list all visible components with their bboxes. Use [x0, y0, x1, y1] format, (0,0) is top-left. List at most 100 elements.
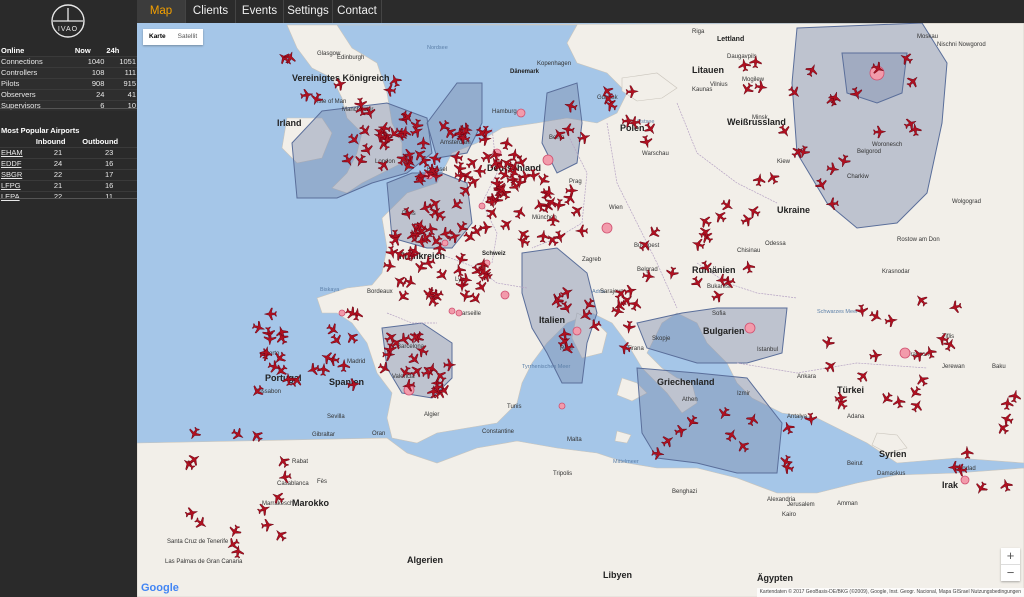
nav-events[interactable]: Events [236, 0, 284, 23]
city-label: Wolgograd [952, 199, 981, 205]
airport-marker [455, 309, 463, 317]
city-label: Gibraltar [312, 432, 335, 438]
sidebar-divider [0, 198, 137, 199]
sea-label: Schwarzes Meer [817, 309, 858, 315]
stats-label: Observers [1, 90, 36, 99]
airport-row: EDDF 24 16 [0, 158, 137, 170]
stats-now: 908 [91, 79, 105, 88]
sea-label: Biskaya [320, 287, 340, 293]
map-type-control: Karte Satellit [143, 29, 204, 45]
popular-airports-table: Inbound Outbound EHAM 21 23 EDDF 24 16 S… [0, 137, 137, 202]
logo-text: IVAO [58, 26, 78, 33]
country-label: Türkei [837, 385, 864, 395]
stats-header-now: Now [74, 46, 91, 55]
nav-contact[interactable]: Contact [333, 0, 382, 23]
country-label: Griechenland [657, 377, 715, 387]
city-label: Woronesch [872, 142, 902, 148]
airport-row: SBGR 22 17 [0, 169, 137, 181]
city-label: Tripolis [553, 471, 572, 477]
city-label: Baku [992, 364, 1006, 370]
airport-outbound: 16 [104, 181, 114, 190]
city-label: Malta [567, 437, 582, 443]
nav-map[interactable]: Map [137, 0, 186, 23]
stats-now: 108 [91, 68, 105, 77]
city-label: Istanbul [757, 347, 778, 353]
city-label: Tunis [507, 404, 521, 410]
city-label: Kopenhagen [537, 61, 571, 67]
city-label: Krasnodar [882, 269, 910, 275]
country-label: Libyen [603, 570, 632, 580]
stats-24h: 915 [123, 79, 136, 88]
airport-inbound: 22 [53, 170, 63, 179]
city-label: Wien [609, 205, 623, 211]
airport-inbound: 22 [53, 192, 63, 201]
airport-marker [448, 307, 456, 315]
country-label: Marokko [292, 498, 330, 508]
map-type-satellite[interactable]: Satellit [172, 29, 204, 45]
country-label: Lettland [717, 36, 744, 43]
city-label: Vilnius [710, 82, 728, 88]
nav-settings[interactable]: Settings [284, 0, 333, 23]
zoom-out-button[interactable]: − [1001, 564, 1020, 581]
city-label: Sofia [712, 311, 726, 317]
popular-airports-title: Most Popular Airports [1, 126, 80, 135]
city-label: Constantine [482, 429, 515, 435]
airport-marker [572, 326, 582, 336]
stats-header-online: Online [1, 46, 25, 55]
stats-24h: 1051 [119, 57, 136, 66]
stats-24h: 41 [127, 90, 136, 99]
ivao-logo[interactable]: IVAO [51, 4, 85, 38]
airport-marker [601, 222, 613, 234]
airports-header-code [0, 137, 35, 148]
map-attribution[interactable]: Kartendaten © 2017 GeoBasis-DE/BKG (©200… [756, 588, 1024, 597]
city-label: Nischni Nowgorod [937, 42, 986, 48]
airport-marker [744, 322, 756, 334]
airports-header-inbound: Inbound [35, 137, 66, 146]
city-label: Oran [372, 431, 385, 437]
top-nav: Map Clients Events Settings Contact [137, 0, 1024, 23]
city-label: Kiew [777, 159, 791, 165]
city-label: Madrid [347, 359, 365, 365]
city-label: Glasgow [317, 51, 341, 57]
city-label: Jerewan [942, 364, 965, 370]
airport-link[interactable]: LEPA [1, 192, 20, 201]
stats-now: 1040 [87, 57, 105, 66]
airport-marker [516, 108, 526, 118]
sea-label: Tyrrhenisches Meer [522, 364, 570, 370]
nav-clients[interactable]: Clients [186, 0, 236, 23]
city-label: Hamburg [492, 109, 517, 115]
stats-label: Pilots [1, 79, 20, 88]
stats-now: 24 [96, 90, 105, 99]
google-logo-text: Google [141, 582, 179, 594]
airport-marker [338, 309, 346, 317]
google-logo[interactable]: Google [141, 582, 179, 594]
stats-row-observers: Observers 24 41 [0, 89, 137, 101]
airport-link[interactable]: LFPG [1, 181, 21, 190]
country-label: Ukraine [777, 205, 810, 215]
city-label: Edinburgh [337, 55, 364, 61]
city-label: Santa Cruz de Tenerife [167, 539, 229, 545]
stats-24h: 10 [127, 101, 136, 110]
airport-link[interactable]: EDDF [1, 159, 21, 168]
airport-inbound: 21 [53, 148, 63, 157]
airport-link[interactable]: SBGR [1, 170, 22, 179]
stats-24h: 111 [124, 68, 136, 77]
airport-inbound: 21 [53, 181, 63, 190]
airport-link[interactable]: EHAM [1, 148, 23, 157]
city-label: Belgrad [637, 267, 658, 273]
zoom-in-button[interactable]: + [1001, 548, 1020, 564]
map-type-map[interactable]: Karte [143, 29, 172, 45]
city-label: Adana [847, 414, 865, 420]
country-label: Ägypten [757, 573, 793, 583]
country-label: Spanien [329, 377, 364, 387]
city-label: Ankara [797, 374, 817, 380]
airport-outbound: 16 [104, 159, 114, 168]
city-label: Bukarest [707, 284, 731, 290]
map-canvas[interactable]: Nordsee Ostsee Schwarzes Meer Mittelmeer… [137, 23, 1024, 597]
country-label: Bulgarien [703, 326, 745, 336]
country-label: Algerien [407, 555, 443, 565]
city-label: Alexandria [767, 497, 796, 503]
city-label: Rostow am Don [897, 237, 940, 243]
traffic-map[interactable]: Nordsee Ostsee Schwarzes Meer Mittelmeer… [137, 23, 1024, 597]
city-label: Bordeaux [367, 289, 393, 295]
